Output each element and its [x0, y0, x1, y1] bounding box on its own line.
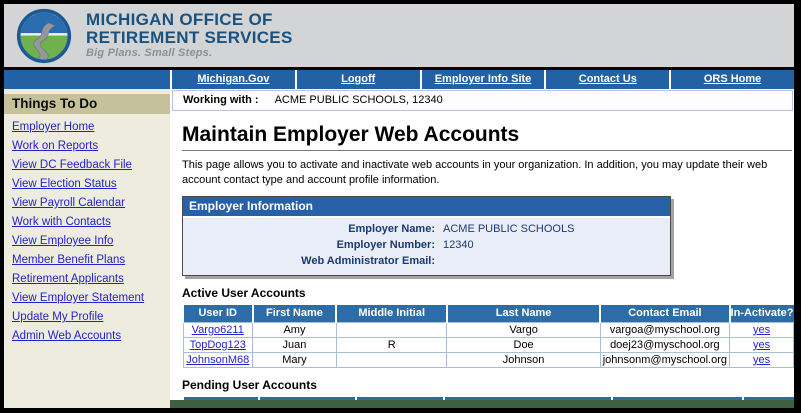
page: MICHIGAN OFFICE OF RETIREMENT SERVICES B… — [4, 4, 794, 408]
masthead: MICHIGAN OFFICE OF RETIREMENT SERVICES B… — [4, 4, 794, 70]
inactivate-cell: yes — [730, 337, 794, 352]
masthead-text: MICHIGAN OFFICE OF RETIREMENT SERVICES B… — [86, 11, 293, 60]
main-content: Working with : ACME PUBLIC SCHOOLS, 12340… — [170, 89, 794, 408]
nav-link[interactable]: Contact Us — [544, 70, 669, 89]
working-with-bar: Working with : ACME PUBLIC SCHOOLS, 12340 — [172, 90, 793, 111]
middle-initial-cell — [336, 322, 447, 337]
employer-info-heading: Employer Information — [183, 197, 670, 218]
active-accounts-table: User IDFirst NameMiddle InitialLast Name… — [182, 305, 794, 368]
tagline: Big Plans. Small Steps. — [86, 48, 293, 59]
ors-logo-icon — [16, 8, 72, 64]
sidebar-link[interactable]: View Employer Statement — [12, 292, 162, 304]
sidebar-link[interactable]: Member Benefit Plans — [12, 254, 162, 266]
sidebar-link[interactable]: Update My Profile — [12, 311, 162, 323]
user-id-cell: JohnsonM68 — [183, 352, 253, 367]
middle-initial-cell — [336, 352, 447, 367]
column-header: First Name — [253, 305, 337, 323]
body-row: Things To Do Employer Home Work on Repor… — [4, 89, 794, 408]
inactivate-cell: yes — [730, 322, 794, 337]
sidebar-link[interactable]: View Payroll Calendar — [12, 197, 162, 209]
employer-info-box: Employer Information Employer Name: ACME… — [182, 196, 671, 276]
nav-links: Michigan.Gov Logoff Employer Info Site C… — [170, 70, 794, 89]
middle-initial-cell: R — [336, 337, 447, 352]
employer-info-fields: Employer Name: ACME PUBLIC SCHOOLS Emplo… — [183, 218, 670, 275]
nav-link[interactable]: Logoff — [295, 70, 420, 89]
sidebar-link[interactable]: Work with Contacts — [12, 216, 162, 228]
top-nav: Michigan.Gov Logoff Employer Info Site C… — [4, 70, 794, 89]
footer-green-bar — [170, 400, 794, 408]
active-header-row: User IDFirst NameMiddle InitialLast Name… — [183, 305, 794, 323]
inactivate-cell: yes — [730, 352, 794, 367]
first-name-cell: Juan — [253, 337, 337, 352]
active-account-row: Vargo6211 Amy Vargo vargoa@myschool.org … — [183, 322, 794, 337]
nav-spacer — [4, 70, 170, 89]
user-id-link[interactable]: Vargo6211 — [192, 324, 244, 336]
sidebar: Things To Do Employer Home Work on Repor… — [4, 89, 170, 408]
sidebar-link[interactable]: Retirement Applicants — [12, 273, 162, 285]
sidebar-link[interactable]: Admin Web Accounts — [12, 330, 162, 342]
contact-email-cell: vargoa@myschool.org — [600, 322, 729, 337]
sidebar-link[interactable]: View Employee Info — [12, 235, 162, 247]
user-id-cell: TopDog123 — [183, 337, 253, 352]
column-header: Contact Email — [600, 305, 729, 323]
screenshot-frame: MICHIGAN OFFICE OF RETIREMENT SERVICES B… — [0, 0, 801, 413]
contact-email-cell: johnsonm@myschool.org — [600, 352, 729, 367]
sidebar-link[interactable]: Work on Reports — [12, 140, 162, 152]
org-name-line2: RETIREMENT SERVICES — [86, 29, 293, 47]
info-row: Employer Name: ACME PUBLIC SCHOOLS — [183, 221, 670, 237]
last-name-cell: Johnson — [447, 352, 600, 367]
sidebar-links: Employer Home Work on Reports View DC Fe… — [4, 121, 170, 342]
inactivate-link[interactable]: yes — [753, 339, 770, 351]
info-row: Employer Number: 12340 — [183, 237, 670, 253]
info-value — [435, 253, 443, 269]
sidebar-link[interactable]: Employer Home — [12, 121, 162, 133]
user-id-link[interactable]: JohnsonM68 — [186, 354, 249, 366]
info-label: Employer Name: — [183, 221, 435, 237]
nav-link[interactable]: Michigan.Gov — [170, 70, 295, 89]
info-label: Employer Number: — [183, 237, 435, 253]
contact-email-cell: doej23@myschool.org — [600, 337, 729, 352]
inactivate-link[interactable]: yes — [753, 324, 770, 336]
info-value: ACME PUBLIC SCHOOLS — [435, 221, 574, 237]
sidebar-link[interactable]: View DC Feedback File — [12, 159, 162, 171]
working-with-value: ACME PUBLIC SCHOOLS, 12340 — [275, 94, 443, 106]
column-header: In-Activate? — [730, 305, 794, 323]
first-name-cell: Mary — [253, 352, 337, 367]
inactivate-link[interactable]: yes — [753, 354, 770, 366]
sidebar-heading: Things To Do — [4, 94, 170, 114]
last-name-cell: Doe — [447, 337, 600, 352]
active-account-row: TopDog123 Juan R Doe doej23@myschool.org… — [183, 337, 794, 352]
last-name-cell: Vargo — [447, 322, 600, 337]
info-label: Web Administrator Email: — [183, 253, 435, 269]
active-account-row: JohnsonM68 Mary Johnson johnsonm@myschoo… — [183, 352, 794, 367]
user-id-link[interactable]: TopDog123 — [190, 339, 246, 351]
pending-accounts-heading: Pending User Accounts — [182, 378, 794, 392]
column-header: User ID — [183, 305, 253, 323]
column-header: Middle Initial — [336, 305, 447, 323]
first-name-cell: Amy — [253, 322, 337, 337]
nav-link[interactable]: ORS Home — [669, 70, 794, 89]
info-row: Web Administrator Email: — [183, 253, 670, 269]
user-id-cell: Vargo6211 — [183, 322, 253, 337]
column-header: Last Name — [447, 305, 600, 323]
page-title: Maintain Employer Web Accounts — [182, 123, 792, 151]
org-name-line1: MICHIGAN OFFICE OF — [86, 11, 293, 29]
active-accounts-heading: Active User Accounts — [182, 286, 794, 300]
info-value: 12340 — [435, 237, 474, 253]
working-with-label: Working with : — [183, 94, 259, 106]
sidebar-link[interactable]: View Election Status — [12, 178, 162, 190]
page-description: This page allows you to activate and ina… — [182, 158, 778, 188]
nav-link[interactable]: Employer Info Site — [420, 70, 545, 89]
